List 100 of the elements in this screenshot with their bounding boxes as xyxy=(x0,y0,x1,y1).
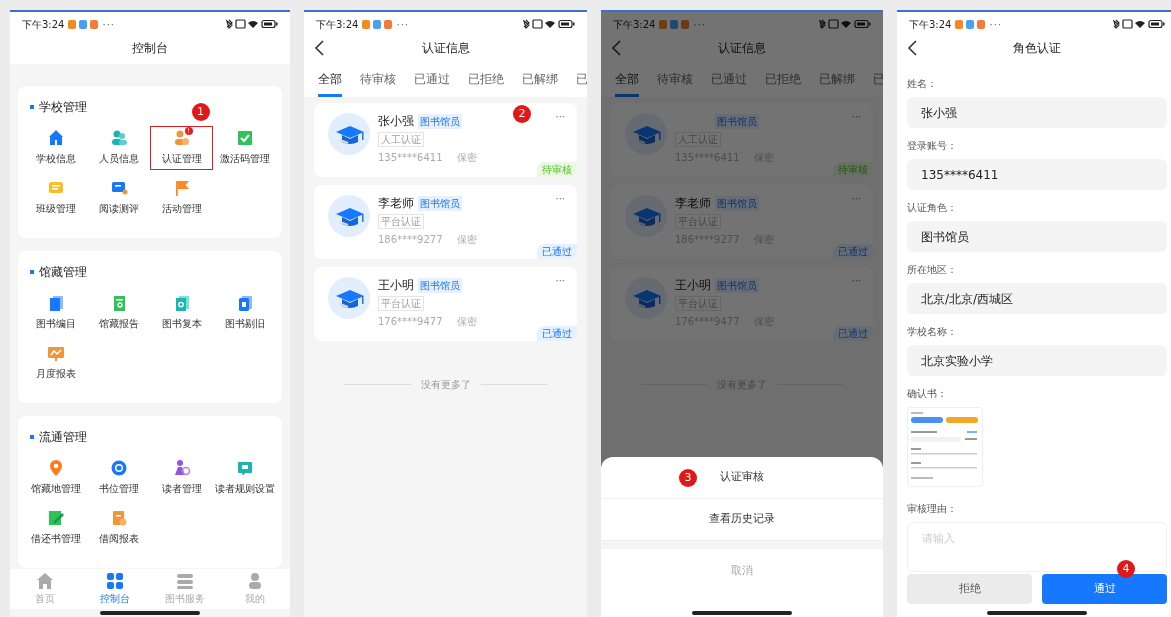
reject-button[interactable]: 拒绝 xyxy=(907,574,1032,604)
more-indicator: ··· xyxy=(693,17,706,32)
step-marker: 3 xyxy=(679,469,697,487)
menu-item[interactable]: 图书复本 xyxy=(150,291,213,335)
menu-item[interactable]: 读者规则设置 xyxy=(213,456,276,500)
more-indicator: ··· xyxy=(989,17,1002,32)
status-icons-drawing xyxy=(1113,19,1165,29)
field-value: 图书馆员 xyxy=(907,221,1167,252)
status-time: 下午3:24 xyxy=(22,17,65,32)
status-tag: 待审核 xyxy=(537,162,577,177)
status-time: 下午3:24 xyxy=(613,17,656,32)
field-value: 张小强 xyxy=(907,97,1167,128)
status-time: 下午3:24 xyxy=(316,17,359,32)
user-name: 张小强 xyxy=(378,113,414,130)
request-card[interactable]: 李老师 图书馆员 平台认证 186****9277 保密 ··· 已通过 xyxy=(314,185,577,259)
field-label: 姓名： xyxy=(907,77,938,91)
menu-item[interactable]: 读者管理 xyxy=(150,456,213,500)
field-label: 登录账号： xyxy=(907,139,958,153)
back-icon[interactable] xyxy=(907,40,917,56)
more-button[interactable]: ··· xyxy=(555,273,565,288)
user-name: 李老师 xyxy=(675,195,711,212)
more-button[interactable]: ··· xyxy=(555,191,565,206)
more-button[interactable]: ··· xyxy=(555,109,565,124)
monitor-icon xyxy=(109,179,128,197)
menu-item[interactable]: 人员信息 xyxy=(87,126,150,170)
person-icon xyxy=(172,129,191,147)
filter-tab[interactable]: 已 xyxy=(576,64,587,97)
filter-tab[interactable]: 全部 xyxy=(615,64,639,97)
section-title: 流通管理 xyxy=(39,429,87,446)
menu-item[interactable]: 激活码管理 xyxy=(213,126,276,170)
phone-number: 186****9277 xyxy=(378,233,443,247)
menu-item[interactable]: 活动管理 xyxy=(150,176,213,220)
app-icons-drawing xyxy=(659,19,690,29)
section-bullet xyxy=(30,435,34,439)
field-label: 认证角色： xyxy=(907,201,958,215)
app-icons-drawing xyxy=(362,19,393,29)
method-tag: 平台认证 xyxy=(378,214,424,229)
menu-item[interactable]: 学校信息 xyxy=(24,126,87,170)
filter-tab[interactable]: 已解绑 xyxy=(522,64,558,97)
field-label: 学校名称： xyxy=(907,325,958,339)
role-tag: 图书馆员 xyxy=(715,113,759,129)
chart-icon xyxy=(46,344,65,362)
status-tag: 待审核 xyxy=(833,162,873,177)
page-title: 角色认证 xyxy=(1013,40,1061,57)
status-tag: 已通过 xyxy=(833,326,873,341)
status-time: 下午3:24 xyxy=(909,17,952,32)
filter-tab[interactable]: 待审核 xyxy=(360,64,396,97)
menu-item[interactable]: 馆藏地管理 xyxy=(24,456,87,500)
menu-item[interactable]: 馆藏报告 xyxy=(87,291,150,335)
status-tag: 已通过 xyxy=(833,244,873,259)
graduation-cap-avatar xyxy=(625,195,667,237)
field-label: 确认书： xyxy=(907,387,948,401)
reader-icon xyxy=(172,459,191,477)
approve-button[interactable]: 通过 xyxy=(1042,574,1167,604)
menu-item[interactable]: 班级管理 xyxy=(24,176,87,220)
menu-item[interactable]: 月度报表 xyxy=(24,341,87,385)
request-card[interactable]: 王小明 图书馆员 平台认证 176****9477 保密 ··· 已通过 xyxy=(314,267,577,341)
filter-tab[interactable]: 全部 xyxy=(318,64,342,97)
section-bullet xyxy=(30,105,34,109)
role-tag: 图书馆员 xyxy=(418,277,462,293)
tab-bar-item[interactable]: 控制台 xyxy=(80,572,150,609)
field-value: 北京实验小学 xyxy=(907,345,1167,376)
section-bullet xyxy=(30,270,34,274)
filter-tab[interactable]: 已拒绝 xyxy=(468,64,504,97)
app-icons-drawing xyxy=(955,19,986,29)
method-tag: 人工认证 xyxy=(378,132,424,147)
check-icon xyxy=(235,129,254,147)
end-of-list-text: 没有更多了 xyxy=(420,378,471,392)
section-title: 学校管理 xyxy=(39,99,87,116)
menu-item[interactable]: 书位管理 xyxy=(87,456,150,500)
graduation-cap-avatar xyxy=(328,195,370,237)
step-marker: 2 xyxy=(513,105,531,123)
menu-item[interactable]: 图书编目 xyxy=(24,291,87,335)
field-value: 135****6411 xyxy=(907,159,1167,190)
role-tag: 图书馆员 xyxy=(715,195,759,211)
privacy-text: 保密 xyxy=(456,233,477,247)
document-thumbnail-drawing[interactable] xyxy=(907,407,983,487)
field-label: 审核理由： xyxy=(907,502,958,516)
list-icon xyxy=(176,572,194,590)
back-icon[interactable] xyxy=(314,40,324,56)
request-card[interactable]: 张小强 图书馆员 人工认证 135****6411 保密 ··· 待审核 2 xyxy=(314,103,577,177)
menu-item[interactable]: 阅读测评 xyxy=(87,176,150,220)
graduation-cap-avatar xyxy=(328,277,370,319)
menu-item[interactable]: 图书剔旧 xyxy=(213,291,276,335)
target-icon xyxy=(109,459,128,477)
menu-item[interactable]: 借还书管理 xyxy=(24,506,87,550)
filter-tab[interactable]: 已通过 xyxy=(414,64,450,97)
role-tag: 图书馆员 xyxy=(715,277,759,293)
section-title: 馆藏管理 xyxy=(39,264,87,281)
person-icon xyxy=(246,572,264,590)
menu-item[interactable]: 借阅报表 xyxy=(87,506,150,550)
people-icon xyxy=(109,129,128,147)
user-name: 王小明 xyxy=(675,277,711,294)
page-title: 认证信息 xyxy=(718,40,766,57)
role-tag: 图书馆员 xyxy=(418,195,462,211)
status-tag: 已通过 xyxy=(537,326,577,341)
role-tag: 图书馆员 xyxy=(418,113,462,129)
app-icons-drawing xyxy=(68,19,99,29)
page-title: 控制台 xyxy=(132,40,168,57)
user-name: 李老师 xyxy=(378,195,414,212)
